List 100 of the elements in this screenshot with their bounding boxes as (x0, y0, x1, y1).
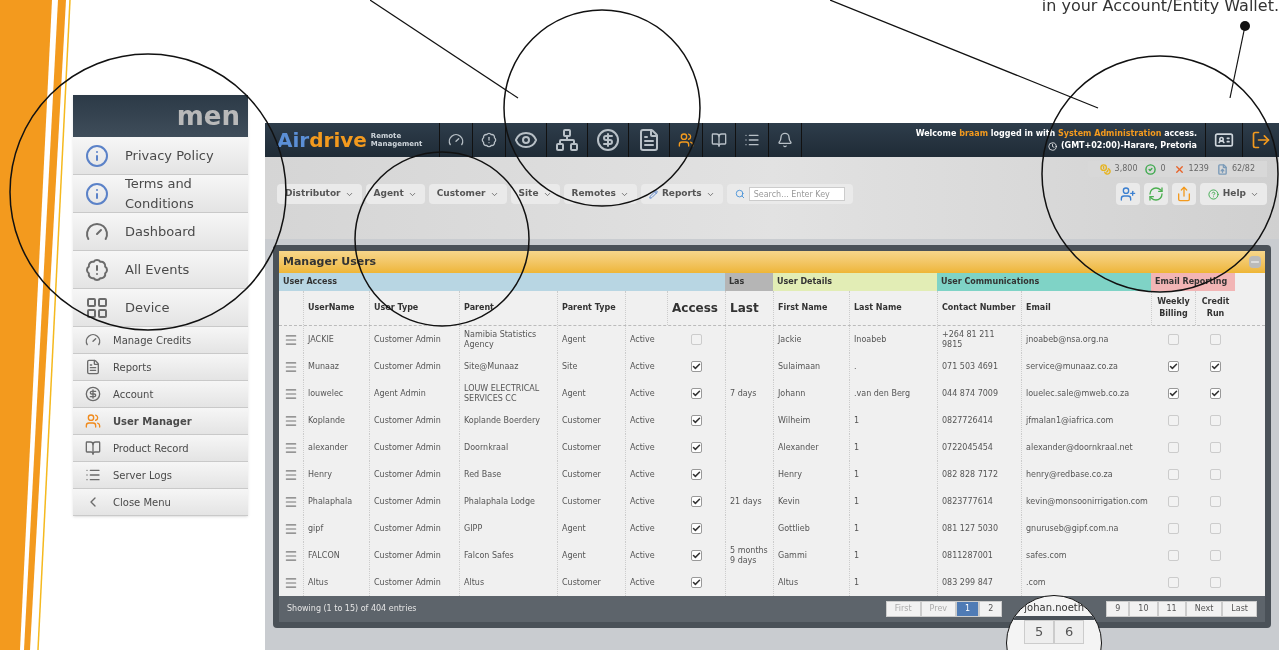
export-button[interactable] (1171, 183, 1196, 205)
page-button[interactable]: 10 (1129, 601, 1158, 617)
add-user-button[interactable] (1115, 183, 1140, 205)
menu-item[interactable]: Device (73, 289, 248, 327)
page-button[interactable]: 5 (1024, 620, 1055, 644)
help-dropdown[interactable]: Help (1199, 183, 1267, 205)
column-header[interactable]: Parent (459, 291, 557, 325)
checkbox[interactable] (1209, 496, 1221, 507)
gauge-icon (85, 332, 101, 348)
page-button[interactable]: 2 (979, 601, 1003, 617)
drag-handle-icon[interactable] (284, 467, 298, 482)
drag-handle-icon[interactable] (284, 359, 298, 374)
menu-item[interactable]: Account (73, 381, 248, 408)
stat-value: 0 (1160, 163, 1166, 175)
checkbox[interactable] (690, 388, 702, 399)
menu-item[interactable]: Product Record (73, 435, 248, 462)
checkbox[interactable] (690, 550, 702, 561)
column-header[interactable]: Parent Type (557, 291, 625, 325)
checkbox[interactable] (1167, 469, 1179, 480)
page-button[interactable]: 9 (1106, 601, 1130, 617)
checkbox[interactable] (1209, 523, 1221, 534)
drag-handle-icon[interactable] (284, 332, 298, 347)
checkbox[interactable] (1167, 523, 1179, 534)
checkbox[interactable] (1167, 334, 1179, 345)
column-header[interactable]: Weekly Billing (1151, 291, 1195, 325)
checkbox[interactable] (1209, 361, 1221, 372)
id-card-icon (1214, 130, 1234, 150)
checkbox[interactable] (1167, 496, 1179, 507)
menu-item[interactable]: Close Menu (73, 489, 248, 516)
drag-handle-icon[interactable] (284, 413, 298, 428)
checkbox[interactable] (690, 496, 702, 507)
menu-item[interactable]: Manage Credits (73, 327, 248, 354)
column-header[interactable]: Last (725, 291, 773, 325)
checkbox[interactable] (1167, 577, 1179, 588)
column-header[interactable]: Access (667, 291, 725, 325)
grid-icon (85, 295, 109, 320)
checkbox[interactable] (1209, 469, 1221, 480)
reports-dropdown[interactable]: Reports (640, 184, 723, 204)
column-header[interactable]: First Name (773, 291, 849, 325)
table-cell: alexander (308, 442, 348, 453)
filter-dropdown[interactable]: Site (510, 184, 560, 204)
checkbox[interactable] (690, 334, 702, 345)
column-header[interactable]: Last Name (849, 291, 937, 325)
drag-handle-icon[interactable] (284, 521, 298, 536)
menu-item[interactable]: Privacy Policy (73, 137, 248, 175)
checkbox[interactable] (1167, 361, 1179, 372)
checkbox[interactable] (690, 523, 702, 534)
check-icon (691, 551, 701, 560)
table-cell: Jackie (778, 334, 802, 345)
logout-icon (1251, 130, 1271, 150)
page-button[interactable]: 1 (956, 601, 980, 617)
page-button[interactable]: Last (1222, 601, 1257, 617)
drag-handle-icon[interactable] (284, 548, 298, 563)
filter-dropdown[interactable]: Remotes (563, 184, 637, 204)
column-header[interactable]: Credit Run (1195, 291, 1235, 325)
checkbox[interactable] (1209, 388, 1221, 399)
check-icon (691, 470, 701, 479)
drag-handle-icon[interactable] (284, 386, 298, 401)
checkbox[interactable] (690, 415, 702, 426)
menu-item[interactable]: Reports (73, 354, 248, 381)
menu-item[interactable]: Server Logs (73, 462, 248, 489)
checkbox[interactable] (690, 577, 702, 588)
checkbox[interactable] (1209, 577, 1221, 588)
checkbox[interactable] (1209, 334, 1221, 345)
search-field[interactable]: Search... Enter Key (726, 184, 853, 204)
page-button[interactable]: 11 (1157, 601, 1186, 617)
filter-dropdown[interactable]: Customer (428, 184, 507, 204)
table-cell: 082 828 7172 (942, 469, 998, 480)
filter-dropdown[interactable]: Agent (365, 184, 425, 204)
checkbox[interactable] (1167, 442, 1179, 453)
menu-item[interactable]: Dashboard (73, 213, 248, 251)
drag-handle-icon[interactable] (284, 440, 298, 455)
checkbox[interactable] (1167, 550, 1179, 561)
checkbox[interactable] (1209, 550, 1221, 561)
column-header[interactable]: Email (1021, 291, 1151, 325)
table-cell: 0827726414 (942, 415, 993, 426)
menu-item[interactable]: User Manager (73, 408, 248, 435)
page-button[interactable]: 6 (1054, 620, 1085, 644)
column-header[interactable]: Contact Number (937, 291, 1021, 325)
menu-item[interactable]: Terms and Conditions (73, 175, 248, 213)
table-cell: Active (630, 388, 655, 399)
drag-handle-icon[interactable] (284, 494, 298, 509)
checkbox[interactable] (1167, 415, 1179, 426)
refresh-button[interactable] (1143, 183, 1168, 205)
checkbox[interactable] (1209, 442, 1221, 453)
checkbox[interactable] (1167, 388, 1179, 399)
page-button[interactable]: Next (1185, 601, 1223, 617)
table-cell: Site (562, 361, 578, 372)
table-cell: service@munaaz.co.za (1026, 361, 1118, 372)
drag-handle-icon[interactable] (284, 575, 298, 590)
checkbox[interactable] (690, 469, 702, 480)
column-header[interactable]: UserName (303, 291, 369, 325)
checkbox[interactable] (690, 361, 702, 372)
checkbox[interactable] (690, 442, 702, 453)
table-cell: Customer Admin (374, 523, 441, 534)
column-group-header: User Access (279, 273, 725, 291)
menu-item[interactable]: All Events (73, 251, 248, 289)
table-cell: 7 days (730, 388, 757, 399)
checkbox[interactable] (1209, 415, 1221, 426)
table-cell: Red Base (464, 469, 502, 480)
